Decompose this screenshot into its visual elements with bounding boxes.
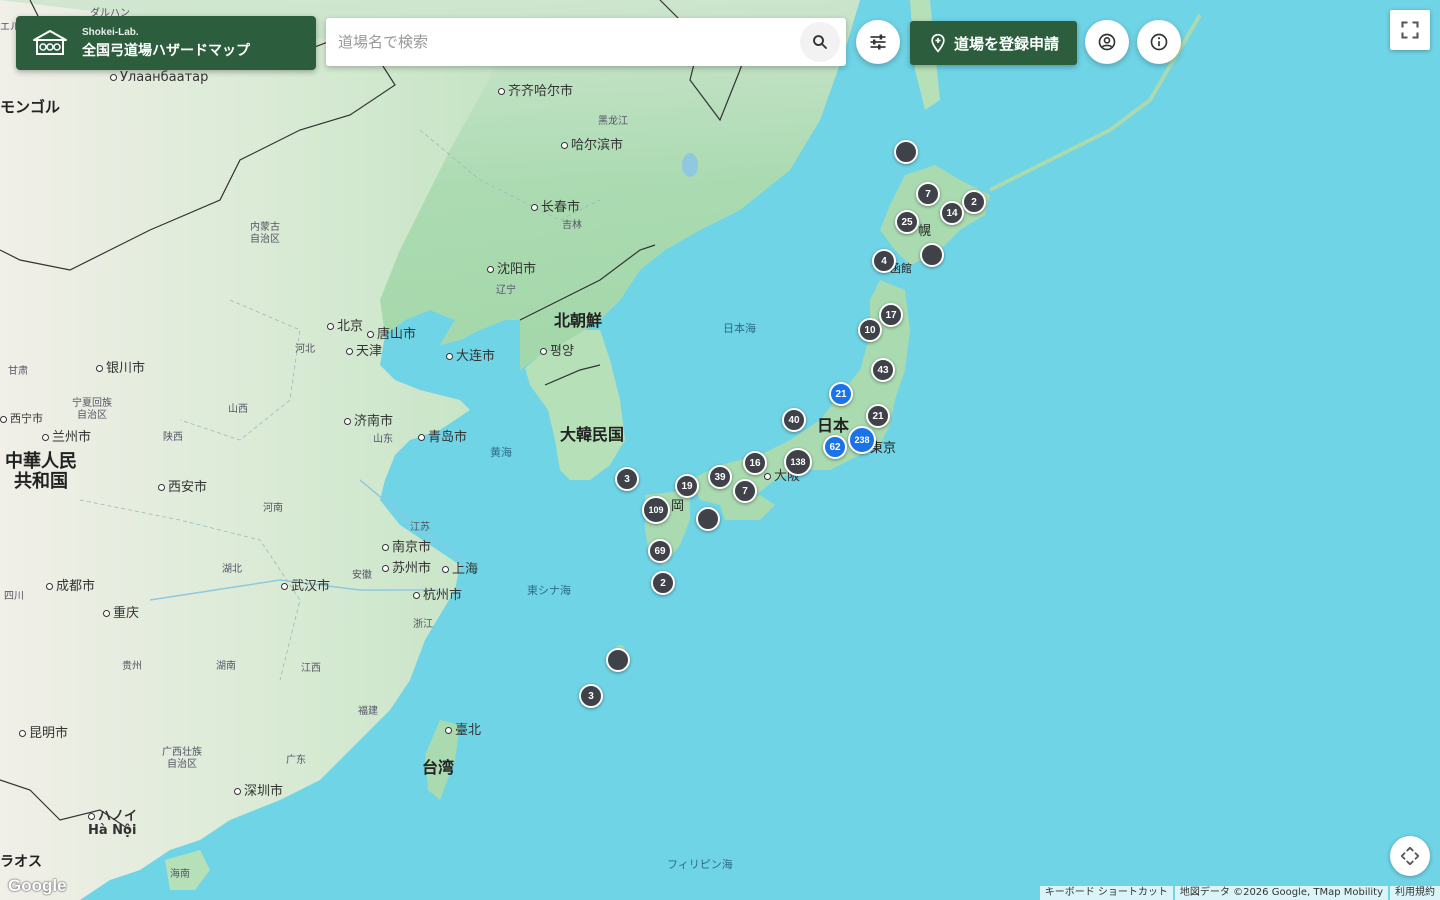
fullscreen-button[interactable] [1390,10,1430,50]
cluster-marker[interactable]: 10 [858,318,882,342]
brand-sub: Shokei-Lab. [82,26,139,38]
terms-link[interactable]: 利用規約 [1390,886,1440,900]
cluster-marker[interactable]: 40 [782,408,806,432]
map-marker[interactable] [606,648,630,672]
brand-title: 全国弓道場ハザードマップ [82,42,250,59]
move-arrows-icon [1400,846,1420,866]
cluster-marker[interactable]: 7 [733,479,757,503]
cluster-marker[interactable]: 39 [708,465,732,489]
cluster-marker-blue[interactable]: 238 [848,426,876,454]
tune-icon [870,34,886,50]
search-bar [326,18,846,66]
cluster-marker[interactable]: 25 [895,210,919,234]
info-button[interactable] [1137,20,1181,64]
cluster-marker-blue[interactable]: 21 [829,382,853,406]
cluster-marker[interactable]: 21 [866,404,890,428]
cluster-marker[interactable]: 2 [962,190,986,214]
google-logo: Google [8,876,67,895]
cluster-marker[interactable]: 4 [872,249,896,273]
map-marker[interactable] [920,243,944,267]
cluster-marker-blue[interactable]: 62 [823,435,847,459]
search-icon [813,35,827,49]
register-label: 道場を登録申請 [953,34,1059,53]
map-data-credit: 地図データ ©2026 Google, TMap Mobility [1174,886,1388,900]
register-dojo-button[interactable]: 道場を登録申請 [910,21,1077,65]
add-location-icon [931,33,945,53]
cluster-marker[interactable]: 7 [916,182,940,206]
brand-text: Shokei-Lab. 全国弓道場ハザードマップ [82,27,250,60]
cluster-marker[interactable]: 2 [651,571,675,595]
search-button[interactable] [800,22,840,62]
fullscreen-icon [1401,21,1419,39]
keyboard-shortcuts-link[interactable]: キーボード ショートカット [1039,886,1173,900]
cluster-marker[interactable]: 19 [675,474,699,498]
dojo-logo-icon [33,30,67,55]
filter-button[interactable] [856,20,900,64]
cluster-marker[interactable]: 17 [879,303,903,327]
cluster-marker[interactable]: 14 [940,201,964,225]
search-input[interactable] [326,18,800,66]
cluster-marker[interactable]: 69 [648,539,672,563]
app-brand[interactable]: Shokei-Lab. 全国弓道場ハザードマップ [16,16,316,70]
info-icon [1150,33,1168,51]
cluster-marker[interactable]: 3 [579,684,603,708]
cluster-marker[interactable]: 109 [642,496,670,524]
map-attribution: キーボード ショートカット 地図データ ©2026 Google, TMap M… [1038,886,1440,900]
map-marker[interactable] [696,507,720,531]
cluster-marker[interactable]: 3 [615,467,639,491]
cluster-marker[interactable]: 138 [784,448,812,476]
cluster-marker[interactable]: 16 [743,451,767,475]
map-canvas[interactable]: ダルハン エル Улаанбаатар モンゴル 齐齐哈尔市 黑龙江 哈尔滨市 … [0,0,1440,900]
cluster-marker[interactable]: 43 [871,358,895,382]
map-terrain [0,0,1202,900]
map-marker[interactable] [894,140,918,164]
account-icon [1098,33,1116,51]
camera-control-button[interactable] [1390,836,1430,876]
account-button[interactable] [1085,20,1129,64]
